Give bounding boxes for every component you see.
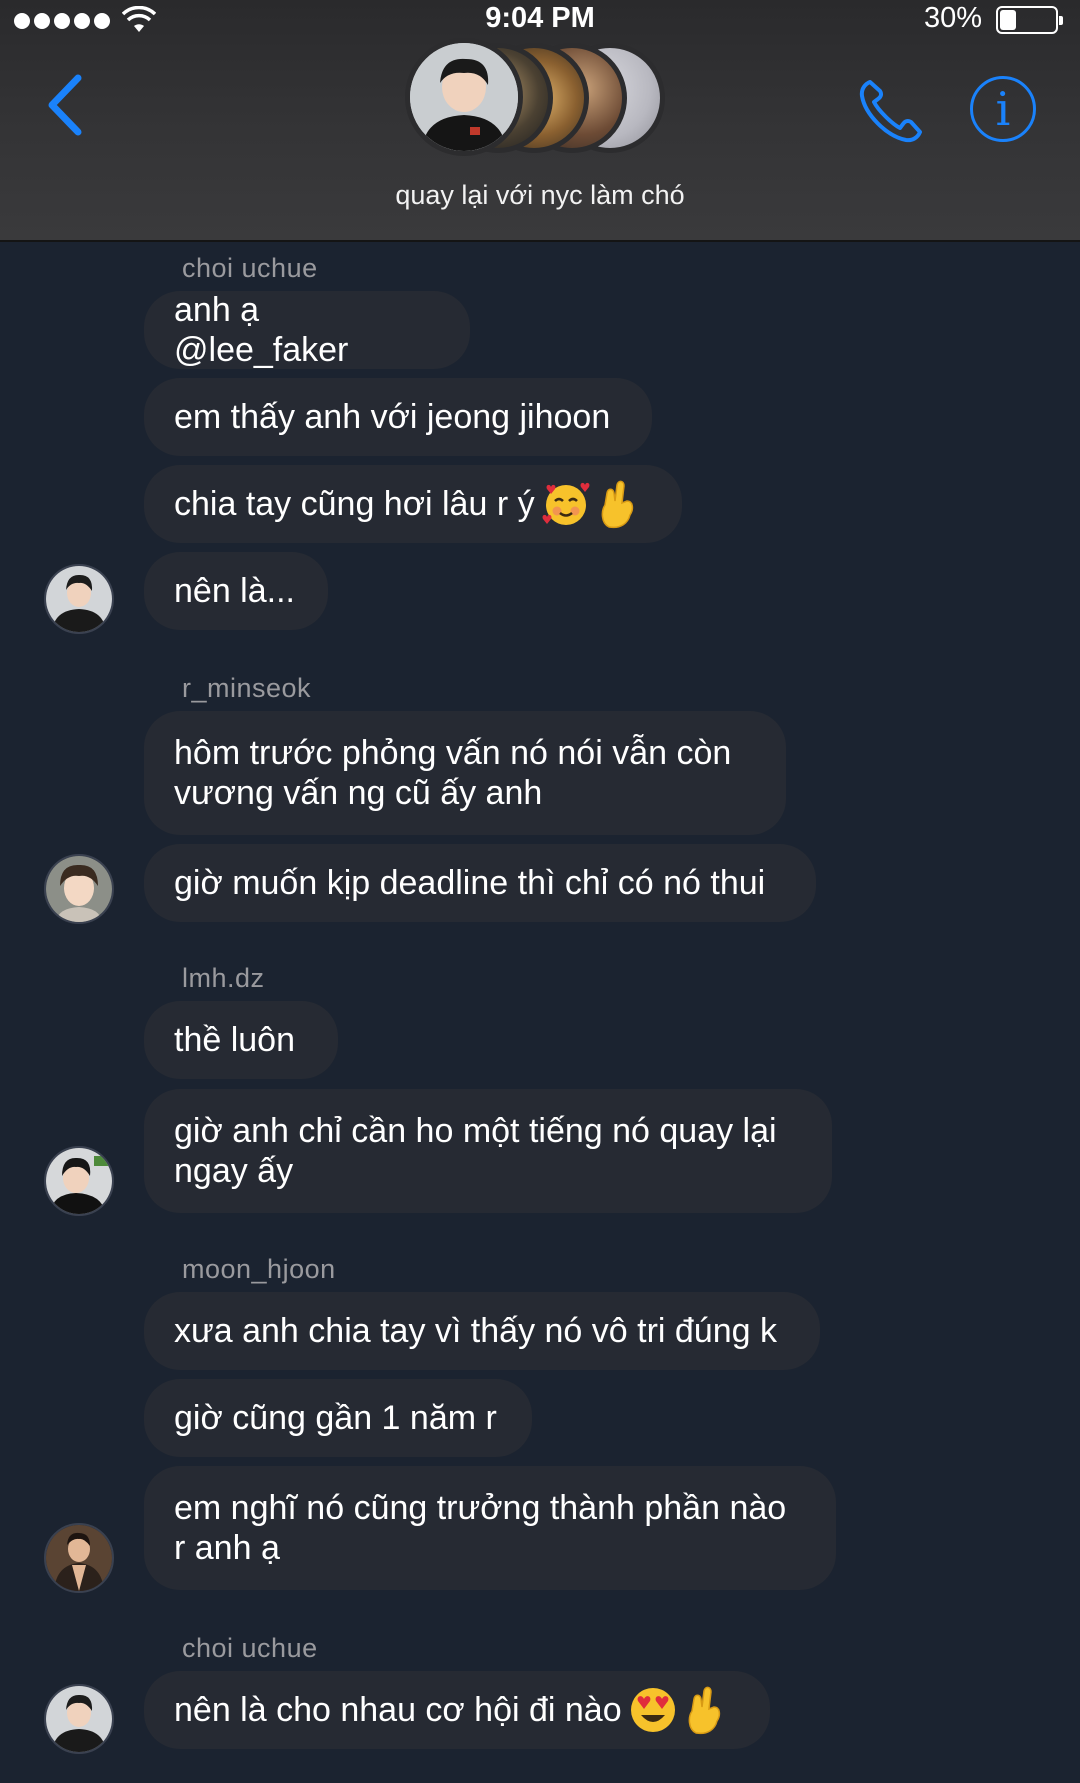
message-text: hôm trước phỏng vấn nó nói vẫn còn vương… bbox=[174, 734, 732, 812]
status-bar: 9:04 PM 30% bbox=[0, 0, 1080, 40]
battery-percentage: 30% bbox=[923, 2, 982, 34]
message-text: giờ anh chỉ cần ho một tiếng nó quay lại… bbox=[174, 1112, 777, 1190]
chat-header: 9:04 PM 30% quay lại với nyc làm chó i bbox=[0, 0, 1080, 242]
message-text: thề luôn bbox=[174, 1021, 295, 1059]
avatar[interactable] bbox=[44, 1684, 114, 1754]
avatar[interactable] bbox=[44, 564, 114, 634]
crossed-fingers-emoji bbox=[688, 1686, 720, 1735]
message-text: giờ muốn kịp deadline thì chỉ có nó thui bbox=[174, 864, 766, 902]
group-avatars[interactable] bbox=[405, 38, 675, 163]
message-bubble[interactable]: xưa anh chia tay vì thấy nó vô tri đúng … bbox=[144, 1292, 820, 1370]
info-icon[interactable]: i bbox=[970, 76, 1036, 142]
sender-name: moon_hjoon bbox=[182, 1254, 336, 1284]
back-button[interactable] bbox=[40, 72, 90, 138]
message-bubble[interactable]: giờ anh chỉ cần ho một tiếng nó quay lại… bbox=[144, 1089, 832, 1213]
message-text: anh ạ @lee_faker bbox=[174, 291, 349, 369]
group-member-avatar bbox=[405, 38, 523, 156]
message-bubble[interactable]: hôm trước phỏng vấn nó nói vẫn còn vương… bbox=[144, 711, 786, 835]
sender-name: r_minseok bbox=[182, 673, 312, 703]
message-text: giờ cũng gần 1 năm r bbox=[174, 1399, 497, 1437]
message-bubble[interactable]: nên là cho nhau cơ hội đi nào bbox=[144, 1671, 770, 1749]
message-text: em nghĩ nó cũng trưởng thành phần nào r … bbox=[174, 1489, 787, 1567]
message-text: nên là cho nhau cơ hội đi nào bbox=[174, 1691, 622, 1729]
avatar[interactable] bbox=[44, 854, 114, 924]
message-text: nên là... bbox=[174, 572, 295, 610]
message-bubble[interactable]: giờ muốn kịp deadline thì chỉ có nó thui bbox=[144, 844, 816, 922]
message-bubble[interactable]: anh ạ @lee_faker bbox=[144, 291, 470, 369]
message-bubble[interactable]: em nghĩ nó cũng trưởng thành phần nào r … bbox=[144, 1466, 836, 1590]
message-bubble[interactable]: chia tay cũng hơi lâu r ý bbox=[144, 465, 682, 543]
message-bubble[interactable]: thề luôn bbox=[144, 1001, 338, 1079]
sender-name: choi uchue bbox=[182, 1633, 318, 1663]
avatar[interactable] bbox=[44, 1146, 114, 1216]
crossed-fingers-emoji bbox=[601, 480, 633, 529]
phone-icon[interactable] bbox=[856, 76, 926, 146]
message-text: chia tay cũng hơi lâu r ý bbox=[174, 485, 535, 523]
message-text: xưa anh chia tay vì thấy nó vô tri đúng … bbox=[174, 1312, 777, 1350]
heart-eyes-emoji bbox=[630, 1688, 675, 1732]
battery-icon bbox=[996, 6, 1063, 34]
smiling-face-with-hearts-emoji bbox=[542, 482, 590, 525]
message-bubble[interactable]: em thấy anh với jeong jihoon bbox=[144, 378, 652, 456]
group-name[interactable]: quay lại với nyc làm chó bbox=[0, 180, 1080, 211]
sender-name: choi uchue bbox=[182, 253, 318, 283]
message-bubble[interactable]: giờ cũng gần 1 năm r bbox=[144, 1379, 532, 1457]
sender-name: lmh.dz bbox=[182, 963, 265, 993]
message-text: em thấy anh với jeong jihoon bbox=[174, 398, 611, 436]
message-bubble[interactable]: nên là... bbox=[144, 552, 328, 630]
status-time: 9:04 PM bbox=[485, 2, 595, 34]
avatar[interactable] bbox=[44, 1523, 114, 1593]
